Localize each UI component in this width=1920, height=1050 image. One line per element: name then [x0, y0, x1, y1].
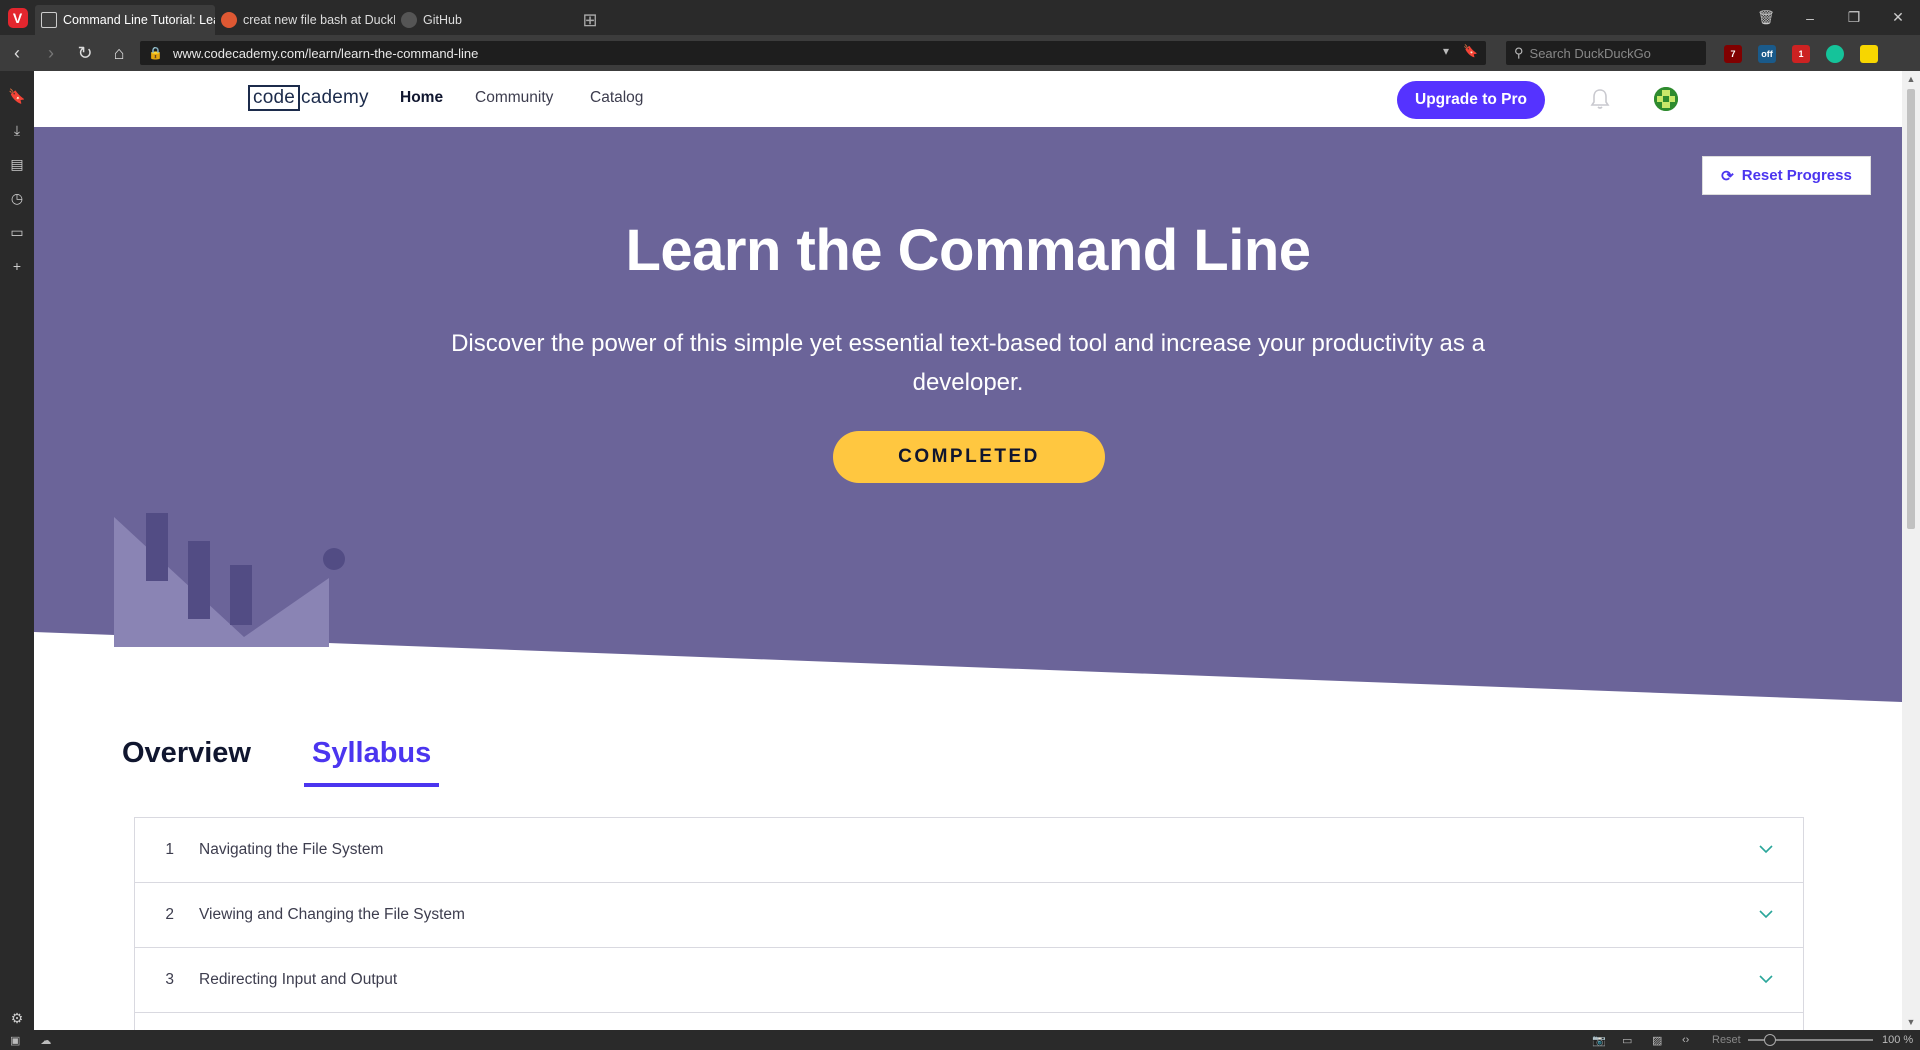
- tab-overview[interactable]: Overview: [122, 731, 251, 787]
- grammarly-icon[interactable]: [1826, 45, 1844, 63]
- syllabus-item-partial: [135, 1013, 1803, 1030]
- window-panel-icon[interactable]: ▭: [0, 215, 34, 249]
- home-button[interactable]: ⌂: [102, 35, 136, 71]
- syllabus-item[interactable]: 3 Redirecting Input and Output: [135, 948, 1803, 1013]
- capture-icon[interactable]: 📷: [1592, 1034, 1606, 1047]
- avatar[interactable]: [1654, 87, 1678, 111]
- scroll-down-icon[interactable]: ▼: [1902, 1014, 1920, 1030]
- trash-icon[interactable]: 🗑: [1744, 9, 1788, 26]
- url-field[interactable]: 🔒 www.codecademy.com/learn/learn-the-com…: [140, 41, 1486, 65]
- add-panel-icon[interactable]: +: [0, 249, 34, 283]
- browser-tabbar: V Command Line Tutorial: Lea creat new f…: [0, 0, 1920, 35]
- hero-background: [34, 127, 1902, 702]
- search-icon: ⚲: [1514, 45, 1524, 60]
- search-input[interactable]: ⚲ Search DuckDuckGo: [1506, 41, 1706, 65]
- url-text: www.codecademy.com/learn/learn-the-comma…: [172, 45, 479, 61]
- page-subtitle: Discover the power of this simple yet es…: [451, 330, 1485, 396]
- tab-title: creat new file bash at DuckD: [243, 13, 395, 27]
- page-actions-icon[interactable]: ‹›: [1682, 1034, 1689, 1046]
- chevron-down-icon[interactable]: [1759, 909, 1773, 919]
- codecademy-logo[interactable]: code cademy: [248, 85, 369, 111]
- zoom-reset-button[interactable]: Reset: [1712, 1034, 1741, 1046]
- close-window-button[interactable]: ✕: [1876, 9, 1920, 26]
- search-placeholder: Search DuckDuckGo: [1529, 45, 1651, 61]
- bookmarks-panel-icon[interactable]: 🔖: [0, 79, 34, 113]
- downloads-panel-icon[interactable]: ⤓: [0, 113, 34, 147]
- course-hero: ⟳ Reset Progress Learn the Command Line …: [34, 127, 1902, 702]
- syllabus-item[interactable]: 2 Viewing and Changing the File System: [135, 883, 1803, 948]
- toggl-icon[interactable]: [1860, 45, 1878, 63]
- vivaldi-menu-button[interactable]: V: [0, 0, 35, 35]
- syllabus-item[interactable]: 1 Navigating the File System: [135, 818, 1803, 883]
- url-dropdown-icon[interactable]: ▾: [1443, 44, 1449, 58]
- tab-syllabus[interactable]: Syllabus: [304, 731, 440, 787]
- syllabus-item-title: Viewing and Changing the File System: [199, 906, 465, 923]
- syllabus-list: 1 Navigating the File System 2 Viewing a…: [134, 817, 1804, 1030]
- history-panel-icon[interactable]: ◷: [0, 181, 34, 215]
- chevron-down-icon[interactable]: [1759, 974, 1773, 984]
- nav-link-home[interactable]: Home: [400, 89, 443, 107]
- panel-toggle-icon[interactable]: ▣: [10, 1034, 20, 1047]
- reload-button[interactable]: ↻: [68, 35, 102, 71]
- forward-button[interactable]: ›: [34, 35, 68, 71]
- zoom-slider-handle[interactable]: [1764, 1034, 1776, 1046]
- browser-tab-codecademy[interactable]: Command Line Tutorial: Lea: [35, 5, 215, 35]
- site-header: code cademy Home Community Catalog Upgrad…: [34, 71, 1902, 127]
- page-title: Learn the Command Line: [625, 218, 1311, 283]
- sync-cloud-icon[interactable]: ☁: [40, 1034, 51, 1047]
- course-tabs: Overview Syllabus: [34, 731, 1902, 791]
- completed-status-button[interactable]: COMPLETED: [833, 431, 1105, 483]
- tab-title: Command Line Tutorial: Lea: [63, 13, 215, 27]
- zoom-level: 100 %: [1882, 1034, 1914, 1046]
- notes-panel-icon[interactable]: ▤: [0, 147, 34, 181]
- page-scrollbar[interactable]: ▲ ▼: [1902, 71, 1920, 1030]
- images-icon[interactable]: ▨: [1652, 1034, 1662, 1047]
- scroll-up-icon[interactable]: ▲: [1902, 71, 1920, 87]
- github-favicon-icon: [401, 12, 417, 28]
- lastpass-icon[interactable]: 1: [1792, 45, 1810, 63]
- nav-link-catalog[interactable]: Catalog: [590, 89, 643, 107]
- tab-title: GitHub: [423, 13, 462, 27]
- nav-link-community[interactable]: Community: [475, 89, 553, 107]
- reset-progress-button[interactable]: ⟳ Reset Progress: [1702, 156, 1871, 195]
- browser-tab-duckduckgo[interactable]: creat new file bash at DuckD: [215, 5, 395, 35]
- lock-icon: 🔒: [148, 46, 163, 60]
- new-tab-button[interactable]: ⊞: [575, 5, 605, 35]
- chevron-down-icon[interactable]: [1759, 844, 1773, 854]
- page-viewport: code cademy Home Community Catalog Upgrad…: [34, 71, 1902, 1030]
- bell-icon[interactable]: [1590, 88, 1610, 110]
- browser-statusbar: ▣ ☁ 📷 ▭ ▨ ‹› Reset 100 %: [0, 1030, 1920, 1050]
- ublock-icon[interactable]: 7: [1724, 45, 1742, 63]
- syllabus-item-title: Navigating the File System: [199, 841, 384, 858]
- window-controls: 🗑 – ❐ ✕: [1744, 0, 1920, 35]
- tiling-icon[interactable]: ▭: [1622, 1034, 1632, 1047]
- codecademy-favicon-icon: [41, 12, 57, 28]
- upgrade-to-pro-button[interactable]: Upgrade to Pro: [1397, 81, 1545, 119]
- maximize-button[interactable]: ❐: [1832, 9, 1876, 26]
- browser-addressbar: ‹ › ↻ ⌂ 🔒 www.codecademy.com/learn/learn…: [0, 35, 1920, 71]
- minimize-button[interactable]: –: [1788, 10, 1832, 26]
- bookmark-icon[interactable]: 🔖: [1463, 44, 1478, 58]
- refresh-icon: ⟳: [1721, 167, 1734, 185]
- browser-tab-github[interactable]: GitHub: [395, 5, 575, 35]
- browser-sidepanel: 🔖 ⤓ ▤ ◷ ▭ + ⚙: [0, 71, 34, 1031]
- avatar-pattern-icon: [1654, 87, 1678, 111]
- syllabus-item-title: Redirecting Input and Output: [199, 971, 398, 988]
- extension-off-icon[interactable]: off: [1758, 45, 1776, 63]
- scroll-thumb[interactable]: [1907, 89, 1915, 529]
- back-button[interactable]: ‹: [0, 35, 34, 71]
- duckduckgo-favicon-icon: [221, 12, 237, 28]
